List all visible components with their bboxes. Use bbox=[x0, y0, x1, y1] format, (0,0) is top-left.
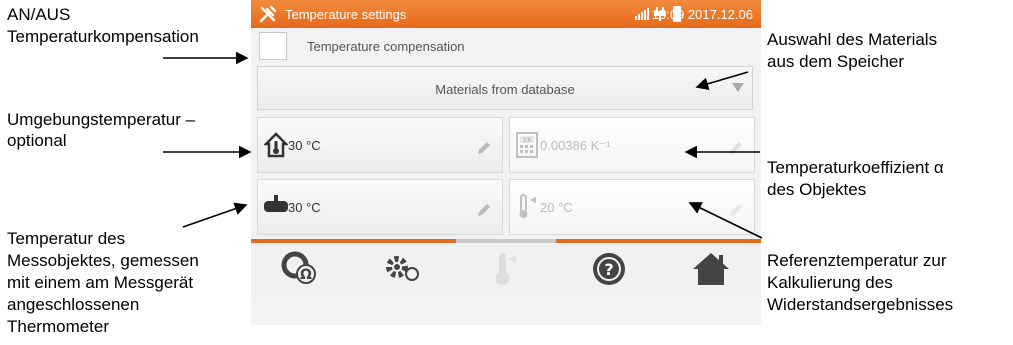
arrow-object-temperature bbox=[182, 202, 248, 228]
arrow-reference-temperature bbox=[688, 202, 763, 239]
annotation-arrows bbox=[163, 51, 763, 239]
arrow-material bbox=[695, 71, 749, 90]
